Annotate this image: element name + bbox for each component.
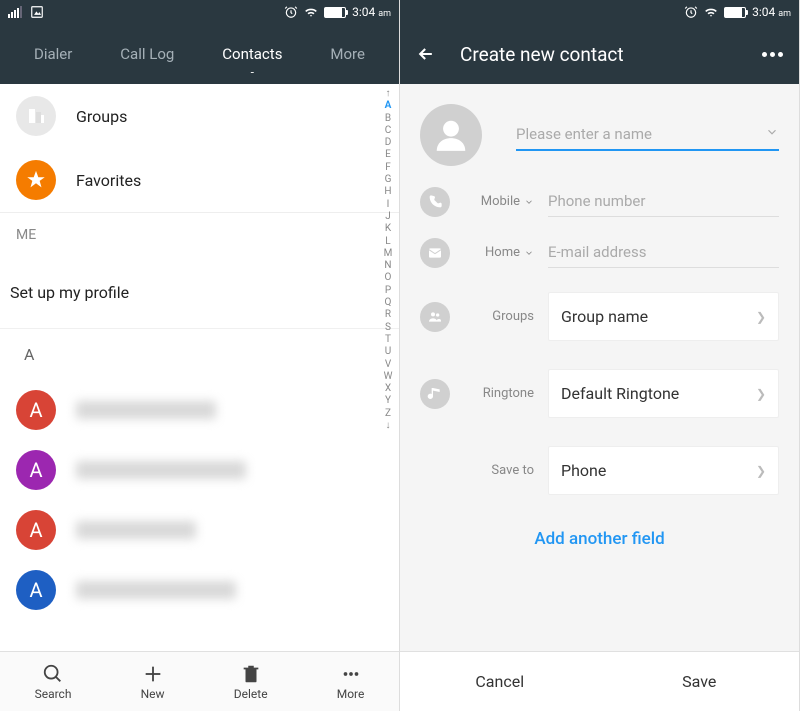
battery-icon bbox=[724, 7, 746, 18]
clock-time: 3:04 am bbox=[352, 5, 391, 19]
avatar: A bbox=[16, 450, 56, 490]
contact-row[interactable]: A bbox=[0, 440, 399, 500]
email-type-selector[interactable]: Home bbox=[464, 245, 534, 260]
chevron-down-icon bbox=[524, 197, 534, 207]
trash-icon bbox=[240, 663, 262, 685]
delete-button[interactable]: Delete bbox=[234, 663, 268, 701]
form-content: Mobile Home Groups Group name ❯ bbox=[400, 84, 799, 651]
chevron-down-icon bbox=[524, 248, 534, 258]
battery-icon bbox=[324, 7, 346, 18]
status-bar: 3:04 am bbox=[400, 0, 799, 24]
contact-name-input[interactable] bbox=[516, 119, 779, 151]
create-contact-screen: 3:04 am Create new contact Mobile bbox=[400, 0, 800, 711]
add-another-field-button[interactable]: Add another field bbox=[400, 509, 799, 569]
groups-label: Groups bbox=[76, 107, 127, 126]
wifi-icon bbox=[704, 5, 718, 19]
picture-icon bbox=[30, 5, 44, 19]
tab-more[interactable]: More bbox=[322, 27, 373, 81]
status-bar: 3:04 am bbox=[0, 0, 399, 24]
ringtone-label: Ringtone bbox=[464, 386, 534, 401]
star-icon bbox=[16, 160, 56, 200]
phone-icon bbox=[420, 187, 450, 217]
plus-icon bbox=[142, 663, 164, 685]
search-icon bbox=[42, 663, 64, 685]
search-button[interactable]: Search bbox=[35, 663, 72, 701]
back-icon[interactable] bbox=[416, 44, 436, 64]
page-title: Create new contact bbox=[460, 43, 738, 66]
email-input[interactable] bbox=[548, 237, 779, 268]
alarm-icon bbox=[284, 5, 298, 19]
groups-icon bbox=[16, 96, 56, 136]
cancel-button[interactable]: Cancel bbox=[400, 652, 600, 711]
phone-number-input[interactable] bbox=[548, 186, 779, 217]
contacts-content: Groups Favorites ME Set up my profile A … bbox=[0, 84, 399, 651]
header-bar: Create new contact bbox=[400, 24, 799, 84]
tab-contacts[interactable]: Contacts bbox=[214, 27, 290, 81]
new-button[interactable]: New bbox=[141, 663, 165, 701]
ringtone-selector[interactable]: Default Ringtone ❯ bbox=[548, 369, 779, 418]
groups-item[interactable]: Groups bbox=[0, 84, 399, 148]
contact-photo-placeholder[interactable] bbox=[420, 104, 482, 166]
avatar: A bbox=[16, 390, 56, 430]
favorites-item[interactable]: Favorites bbox=[0, 148, 399, 213]
chevron-right-icon: ❯ bbox=[756, 310, 766, 324]
email-icon bbox=[420, 238, 450, 268]
contact-row[interactable]: A bbox=[0, 560, 399, 620]
avatar: A bbox=[16, 570, 56, 610]
bottom-toolbar: Search New Delete More bbox=[0, 651, 399, 711]
groups-label: Groups bbox=[464, 309, 534, 324]
more-icon bbox=[340, 663, 362, 685]
phone-type-selector[interactable]: Mobile bbox=[464, 194, 534, 209]
action-bar: Cancel Save bbox=[400, 651, 799, 711]
tab-dialer[interactable]: Dialer bbox=[26, 27, 80, 81]
clock-time: 3:04 am bbox=[752, 5, 791, 19]
contact-row[interactable]: A bbox=[0, 380, 399, 440]
alarm-icon bbox=[684, 5, 698, 19]
contact-name-redacted bbox=[76, 401, 216, 419]
chevron-down-icon[interactable] bbox=[765, 125, 779, 139]
contact-row[interactable]: A bbox=[0, 500, 399, 560]
me-section-label: ME bbox=[0, 213, 399, 257]
save-to-selector[interactable]: Phone ❯ bbox=[548, 446, 779, 495]
ringtone-icon bbox=[420, 379, 450, 409]
section-letter-A: A bbox=[0, 329, 399, 380]
tab-bar: Dialer Call Log Contacts More bbox=[0, 24, 399, 84]
groups-icon bbox=[420, 302, 450, 332]
alphabet-scroll-index[interactable]: ↑ A B C D E F G H I J K L M N O P Q R S … bbox=[379, 84, 397, 651]
contact-name-redacted bbox=[76, 581, 236, 599]
chevron-right-icon: ❯ bbox=[756, 464, 766, 478]
contact-name-redacted bbox=[76, 521, 196, 539]
overflow-menu-icon[interactable] bbox=[762, 52, 783, 57]
tab-call-log[interactable]: Call Log bbox=[112, 27, 182, 81]
more-button[interactable]: More bbox=[337, 663, 365, 701]
contact-name-redacted bbox=[76, 461, 246, 479]
save-button[interactable]: Save bbox=[600, 652, 800, 711]
avatar: A bbox=[16, 510, 56, 550]
chevron-right-icon: ❯ bbox=[756, 387, 766, 401]
save-to-label: Save to bbox=[464, 463, 534, 478]
signal-icon bbox=[8, 6, 22, 18]
contacts-screen: 3:04 am Dialer Call Log Contacts More Gr… bbox=[0, 0, 400, 711]
groups-selector[interactable]: Group name ❯ bbox=[548, 292, 779, 341]
wifi-icon bbox=[304, 5, 318, 19]
person-icon bbox=[432, 116, 470, 154]
favorites-label: Favorites bbox=[76, 171, 141, 190]
setup-profile-row[interactable]: Set up my profile bbox=[0, 257, 399, 329]
